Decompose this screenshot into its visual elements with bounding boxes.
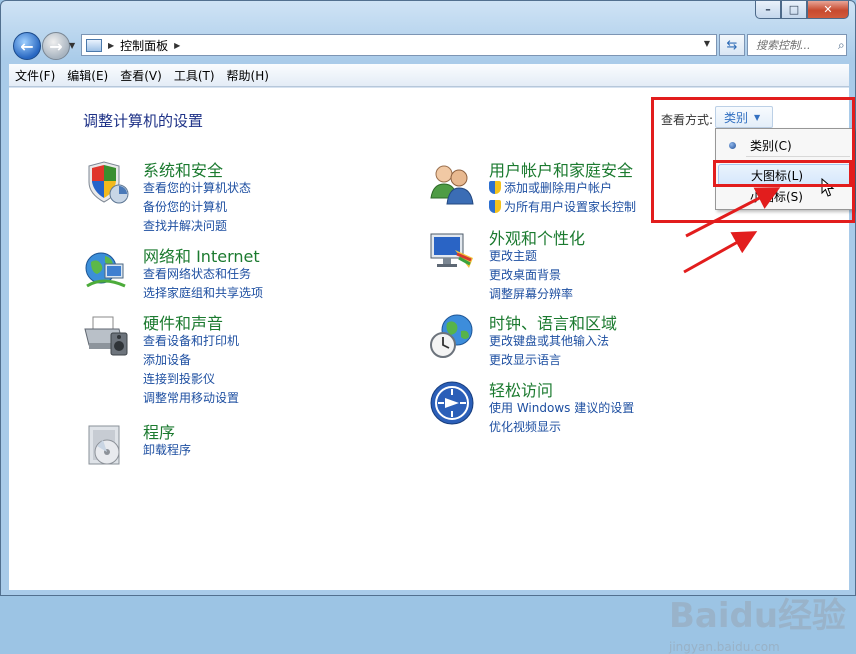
monitor-palette-icon[interactable] [429,228,475,274]
uac-shield-icon [489,200,501,213]
link-backup-computer[interactable]: 备份您的计算机 [143,198,251,217]
back-button[interactable]: ← [13,32,41,60]
link-uninstall-program[interactable]: 卸载程序 [143,441,191,460]
breadcrumb-separator-icon[interactable]: ▶ [108,41,114,50]
breadcrumb-control-panel[interactable]: 控制面板 [120,37,168,54]
caption-buttons: – □ ✕ [755,1,849,21]
menu-help[interactable]: 帮助(H) [221,67,275,84]
category-title[interactable]: 系统和安全 [143,157,223,181]
menu-edit[interactable]: 编辑(E) [61,67,114,84]
search-box[interactable]: ⌕ [747,34,847,56]
search-input[interactable] [754,37,838,53]
refresh-button[interactable]: ⇆ [719,34,745,56]
recent-pages-dropdown-icon[interactable]: ▼ [69,41,75,50]
link-parental-controls[interactable]: 为所有用户设置家长控制 [489,198,636,217]
control-panel-window: – □ ✕ ← → ▼ ▶ 控制面板 ▶ ▼ ⇆ ⌕ 文件(F) 编辑(E) 查… [0,0,856,654]
address-dropdown-icon[interactable]: ▼ [704,39,710,48]
program-disc-icon[interactable] [83,422,129,468]
link-change-keyboard[interactable]: 更改键盘或其他输入法 [489,332,609,351]
refresh-icon: ⇆ [726,37,738,53]
link-add-device[interactable]: 添加设备 [143,351,239,370]
category-title[interactable]: 网络和 Internet [143,243,260,267]
category-title[interactable]: 轻松访问 [489,377,553,401]
ease-of-access-icon[interactable] [429,380,475,426]
link-desktop-background[interactable]: 更改桌面背景 [489,266,573,285]
uac-shield-icon [489,181,501,194]
minimize-button[interactable]: – [755,1,781,19]
link-screen-resolution[interactable]: 调整屏幕分辨率 [489,285,573,304]
printer-icon[interactable] [83,313,129,359]
link-connect-projector[interactable]: 连接到投影仪 [143,370,239,389]
category-title[interactable]: 外观和个性化 [489,225,585,249]
page-title: 调整计算机的设置 [83,112,204,130]
link-display-language[interactable]: 更改显示语言 [489,351,609,370]
menu-view[interactable]: 查看(V) [114,67,168,84]
menu-file[interactable]: 文件(F) [9,67,61,84]
menu-tools[interactable]: 工具(T) [168,67,221,84]
close-button[interactable]: ✕ [807,1,849,19]
back-arrow-icon: ← [20,36,34,56]
network-globe-icon[interactable] [83,246,129,292]
search-icon[interactable]: ⌕ [838,38,845,53]
link-windows-recommended[interactable]: 使用 Windows 建议的设置 [489,399,634,418]
maximize-button[interactable]: □ [781,1,807,19]
category-title[interactable]: 程序 [143,419,175,443]
link-add-remove-accounts[interactable]: 添加或删除用户帐户 [489,179,636,198]
users-icon[interactable] [429,160,475,206]
link-text: 添加或删除用户帐户 [504,181,613,195]
baidu-watermark: Baidu经验 [669,596,847,636]
menu-bar: 文件(F) 编辑(E) 查看(V) 工具(T) 帮助(H) [9,64,849,87]
link-change-theme[interactable]: 更改主题 [489,247,573,266]
link-optimize-video[interactable]: 优化视频显示 [489,418,634,437]
link-mobility-settings[interactable]: 调整常用移动设置 [143,389,239,408]
forward-button[interactable]: → [42,32,70,60]
forward-arrow-icon: → [49,36,63,56]
control-panel-icon [86,38,102,52]
link-view-network-status[interactable]: 查看网络状态和任务 [143,265,263,284]
category-title[interactable]: 时钟、语言和区域 [489,310,617,334]
link-homegroup-sharing[interactable]: 选择家庭组和共享选项 [143,284,263,303]
annotation-box-large-icons [713,160,852,187]
link-text: 为所有用户设置家长控制 [504,200,637,214]
link-devices-printers[interactable]: 查看设备和打印机 [143,332,239,351]
category-title[interactable]: 硬件和声音 [143,310,223,334]
link-find-fix-problems[interactable]: 查找并解决问题 [143,217,251,236]
link-view-computer-status[interactable]: 查看您的计算机状态 [143,179,251,198]
clock-globe-icon[interactable] [429,313,475,359]
breadcrumb-separator-icon[interactable]: ▶ [174,41,180,50]
address-bar[interactable]: ▶ 控制面板 ▶ ▼ [81,34,717,56]
navigation-bar: ← → ▼ ▶ 控制面板 ▶ ▼ ⇆ ⌕ [9,31,849,61]
watermark-url: jingyan.baidu.com [669,640,780,654]
shield-icon[interactable] [83,160,129,206]
category-title[interactable]: 用户帐户和家庭安全 [489,157,633,181]
